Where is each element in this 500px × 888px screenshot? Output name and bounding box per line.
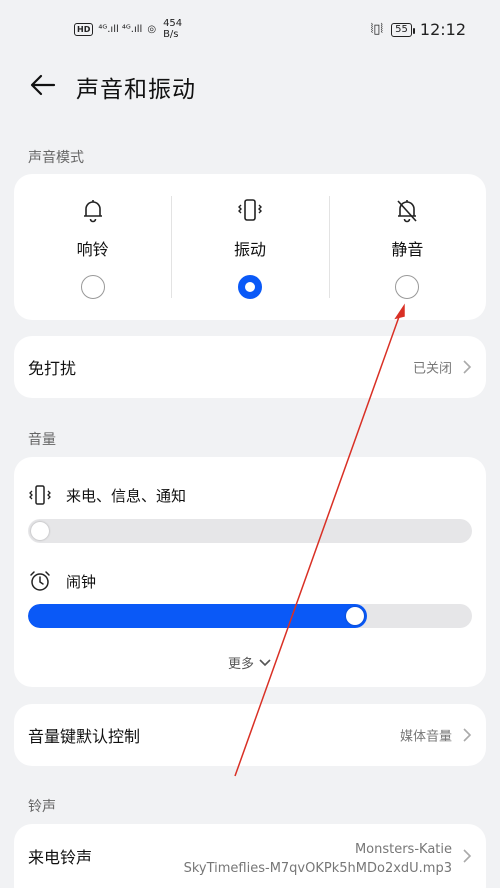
- volume-section-label: 音量: [28, 432, 56, 448]
- chevron-right-icon: [463, 360, 472, 374]
- calls-volume-label: 来电、信息、通知: [66, 486, 187, 505]
- vibrate-status-icon: ⦚▯⦚: [370, 22, 384, 37]
- clock: 12:12: [419, 20, 466, 39]
- radio-vibrate[interactable]: [237, 275, 262, 299]
- radio-silent[interactable]: [395, 275, 420, 299]
- bell-off-icon: [397, 200, 417, 223]
- signal-icon: ⁴ᴳ.ıll ⁴ᴳ.ıll: [98, 23, 143, 35]
- radio-ring[interactable]: [80, 275, 105, 299]
- status-left: HD ⁴ᴳ.ıll ⁴ᴳ.ıll ◎ 454 B/s: [74, 18, 182, 40]
- volume-key-row[interactable]: 音量键默认控制 媒体音量: [14, 704, 486, 766]
- volume-card: 来电、信息、通知 闹钟 更多: [14, 457, 486, 687]
- alarm-volume-thumb[interactable]: [346, 607, 364, 625]
- status-bar: HD ⁴ᴳ.ıll ⁴ᴳ.ıll ◎ 454 B/s ⦚▯⦚ 55 12:12: [0, 0, 500, 64]
- ringtone-label: 来电铃声: [28, 848, 93, 867]
- sound-mode-card: 响铃 振动 静音: [14, 174, 486, 320]
- hotspot-icon: ◎: [147, 23, 157, 35]
- vibrate-icon: [29, 485, 51, 505]
- dnd-status: 已关闭: [412, 361, 452, 377]
- bell-icon: [83, 200, 102, 223]
- header: 声音和振动: [0, 66, 500, 106]
- calls-volume-slider[interactable]: [28, 519, 472, 543]
- alarm-clock-icon: [30, 571, 50, 591]
- alarm-volume-slider[interactable]: [28, 604, 472, 628]
- mode-label-ring: 响铃: [76, 240, 109, 259]
- mode-label-silent: 静音: [391, 240, 424, 259]
- alarm-volume-fill: [28, 604, 367, 628]
- alarm-volume-label: 闹钟: [66, 572, 97, 591]
- ringtone-row[interactable]: 来电铃声 Monsters-Katie SkyTimeflies-M7qvOKP…: [14, 824, 486, 888]
- vibrate-icon: [237, 199, 262, 221]
- alarm-volume-row: 闹钟: [28, 569, 96, 593]
- mode-label-vibrate: 振动: [233, 240, 266, 259]
- chevron-right-icon: [463, 849, 472, 863]
- dnd-row[interactable]: 免打扰 已关闭: [14, 336, 486, 398]
- battery-icon: 55: [391, 22, 415, 37]
- more-label: 更多: [227, 657, 254, 672]
- net-speed: 454 B/s: [163, 18, 183, 40]
- ringtone-section-label: 铃声: [28, 799, 56, 815]
- chevron-down-icon: [259, 658, 271, 666]
- dnd-label: 免打扰: [28, 359, 77, 378]
- ringtone-value: Monsters-Katie SkyTimeflies-M7qvOKPk5hMD…: [183, 842, 452, 876]
- mode-option-vibrate[interactable]: 振动: [171, 174, 328, 320]
- more-button[interactable]: 更多: [14, 653, 486, 672]
- volume-key-value: 媒体音量: [399, 729, 452, 745]
- mode-option-ring[interactable]: 响铃: [14, 174, 171, 320]
- chevron-right-icon: [463, 728, 472, 742]
- volume-key-label: 音量键默认控制: [28, 727, 141, 746]
- mode-option-silent[interactable]: 静音: [328, 174, 486, 320]
- sound-mode-section-label: 声音模式: [28, 150, 84, 166]
- status-right: ⦚▯⦚ 55 12:12: [371, 20, 466, 39]
- hd-badge: HD: [74, 22, 94, 36]
- back-arrow-icon[interactable]: [28, 70, 58, 100]
- page-title: 声音和振动: [76, 77, 196, 103]
- calls-volume-row: 来电、信息、通知: [28, 483, 186, 507]
- calls-volume-thumb[interactable]: [31, 522, 49, 540]
